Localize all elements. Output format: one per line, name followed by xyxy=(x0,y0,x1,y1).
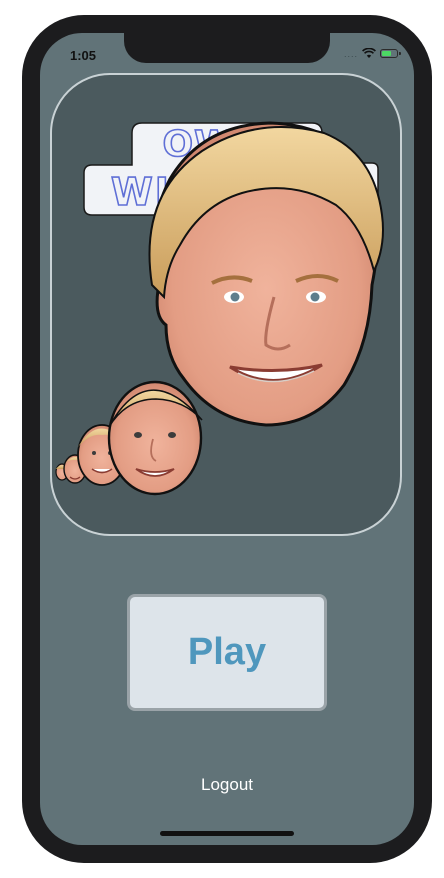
face-small-2 xyxy=(107,380,203,496)
play-button-label: Play xyxy=(187,631,267,673)
logout-link[interactable]: Logout xyxy=(40,775,414,795)
signal-dots: .... xyxy=(343,48,358,59)
status-time: 1:05 xyxy=(70,48,97,63)
wifi-icon xyxy=(362,48,376,58)
play-button[interactable]: Play xyxy=(127,594,327,711)
status-icons: .... xyxy=(343,48,401,59)
battery-fill xyxy=(382,51,391,56)
notch xyxy=(124,33,330,63)
app-screen: 1:05 .... OWEN WILSNAKE xyxy=(40,33,414,845)
face-large-head xyxy=(148,121,384,427)
home-indicator[interactable] xyxy=(160,831,294,836)
face-trail xyxy=(55,121,384,496)
hero-card: OWEN WILSNAKE xyxy=(50,73,402,536)
battery-charging-icon xyxy=(380,49,401,58)
